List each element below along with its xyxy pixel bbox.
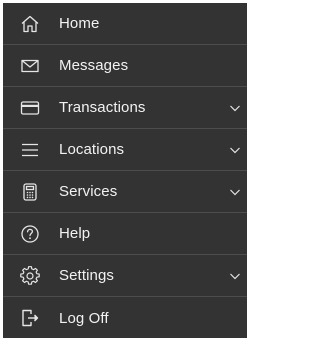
menu-item-services[interactable]: Services bbox=[3, 171, 247, 213]
menu-item-label: Locations bbox=[59, 141, 125, 158]
chevron-down-icon[interactable] bbox=[229, 144, 241, 156]
menu-item-label: Settings bbox=[59, 267, 114, 284]
menu-item-locations[interactable]: Locations bbox=[3, 129, 247, 171]
hamburger-icon bbox=[20, 140, 40, 160]
menu-item-transactions[interactable]: Transactions bbox=[3, 87, 247, 129]
credit-card-icon bbox=[20, 98, 40, 118]
menu-item-label: Help bbox=[59, 225, 91, 242]
menu-item-label: Transactions bbox=[59, 99, 146, 116]
side-menu: Home Messages Transactions Locations Ser… bbox=[3, 3, 247, 338]
envelope-icon bbox=[20, 56, 40, 76]
menu-item-settings[interactable]: Settings bbox=[3, 255, 247, 297]
menu-item-home[interactable]: Home bbox=[3, 3, 247, 45]
menu-item-help[interactable]: Help bbox=[3, 213, 247, 255]
menu-item-log-off[interactable]: Log Off bbox=[3, 297, 247, 338]
menu-item-messages[interactable]: Messages bbox=[3, 45, 247, 87]
chevron-down-icon[interactable] bbox=[229, 270, 241, 282]
calculator-icon bbox=[20, 182, 40, 202]
menu-item-label: Messages bbox=[59, 57, 129, 74]
menu-item-label: Log Off bbox=[59, 309, 109, 327]
help-circle-icon bbox=[20, 224, 40, 244]
home-icon bbox=[20, 14, 40, 34]
menu-item-label: Home bbox=[59, 15, 100, 32]
log-off-icon bbox=[20, 308, 40, 328]
menu-item-label: Services bbox=[59, 183, 118, 200]
gear-icon bbox=[20, 265, 40, 286]
chevron-down-icon[interactable] bbox=[229, 186, 241, 198]
chevron-down-icon[interactable] bbox=[229, 102, 241, 114]
